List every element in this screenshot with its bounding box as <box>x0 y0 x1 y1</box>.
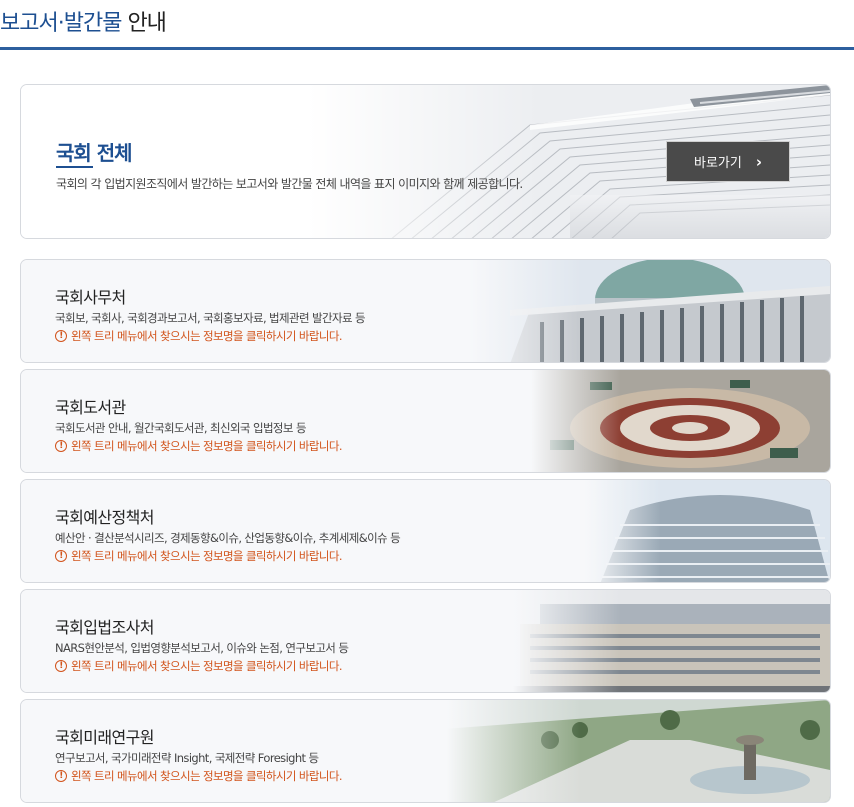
org-description: 국회도서관 안내, 월간국회도서관, 최신외국 입법정보 등 <box>55 421 307 435</box>
org-notice: ! 왼쪽 트리 메뉴에서 찾으시는 정보명을 클릭하시기 바랍니다. <box>55 328 342 344</box>
org-notice: ! 왼쪽 트리 메뉴에서 찾으시는 정보명을 클릭하시기 바랍니다. <box>55 658 342 674</box>
go-button-label: 바로가기 <box>693 156 742 171</box>
org-description: NARS현안분석, 입법영향분석보고서, 이슈와 논점, 연구보고서 등 <box>55 641 349 655</box>
org-notice-text: 왼쪽 트리 메뉴에서 찾으시는 정보명을 클릭하시기 바랍니다. <box>71 549 342 563</box>
all-assembly-card: 국회 전체 국회의 각 입법지원조직에서 발간하는 보고서와 발간물 전체 내역… <box>20 84 831 239</box>
org-notice-text: 왼쪽 트리 메뉴에서 찾으시는 정보명을 클릭하시기 바랍니다. <box>71 659 342 673</box>
exclamation-circle-icon: ! <box>55 330 67 342</box>
org-description: 예산안 · 결산분석시리즈, 경제동향&이슈, 산업동향&이슈, 추계세제&이슈… <box>55 531 401 545</box>
org-name: 국회도서관 <box>55 398 126 417</box>
org-name: 국회미래연구원 <box>55 728 154 747</box>
title-divider <box>0 47 854 50</box>
main-description: 국회의 각 입법지원조직에서 발간하는 보고서와 발간물 전체 내역을 표지 이… <box>56 177 523 191</box>
exclamation-circle-icon: ! <box>55 660 67 672</box>
org-description: 연구보고서, 국가미래전략 Insight, 국제전략 Foresight 등 <box>55 751 319 765</box>
org-notice: ! 왼쪽 트리 메뉴에서 찾으시는 정보명을 클릭하시기 바랍니다. <box>55 548 342 564</box>
org-card-library[interactable]: 국회도서관 국회도서관 안내, 월간국회도서관, 최신외국 입법정보 등 ! 왼… <box>20 369 831 473</box>
org-card-budget-office[interactable]: 국회예산정책처 예산안 · 결산분석시리즈, 경제동향&이슈, 산업동향&이슈,… <box>20 479 831 583</box>
main-title: 국회 전체 <box>56 141 133 165</box>
page-title: 보고서·발간물 안내 <box>0 8 167 40</box>
chevron-right-icon: › <box>755 152 763 171</box>
main-title-underline <box>56 166 93 168</box>
org-card-research-service[interactable]: 국회입법조사처 NARS현안분석, 입법영향분석보고서, 이슈와 논점, 연구보… <box>20 589 831 693</box>
org-notice: ! 왼쪽 트리 메뉴에서 찾으시는 정보명을 클릭하시기 바랍니다. <box>55 438 342 454</box>
page-title-rest: 안내 <box>127 11 166 36</box>
org-notice-text: 왼쪽 트리 메뉴에서 찾으시는 정보명을 클릭하시기 바랍니다. <box>71 769 342 783</box>
org-notice-text: 왼쪽 트리 메뉴에서 찾으시는 정보명을 클릭하시기 바랍니다. <box>71 329 342 343</box>
exclamation-circle-icon: ! <box>55 770 67 782</box>
exclamation-circle-icon: ! <box>55 550 67 562</box>
org-notice-text: 왼쪽 트리 메뉴에서 찾으시는 정보명을 클릭하시기 바랍니다. <box>71 439 342 453</box>
exclamation-circle-icon: ! <box>55 440 67 452</box>
org-description: 국회보, 국회사, 국회경과보고서, 국회홍보자료, 법제관련 발간자료 등 <box>55 311 366 325</box>
org-notice: ! 왼쪽 트리 메뉴에서 찾으시는 정보명을 클릭하시기 바랍니다. <box>55 768 342 784</box>
org-name: 국회예산정책처 <box>55 508 154 527</box>
org-card-futures-institute[interactable]: 국회미래연구원 연구보고서, 국가미래전략 Insight, 국제전략 Fore… <box>20 699 831 803</box>
org-name: 국회입법조사처 <box>55 618 154 637</box>
org-name: 국회사무처 <box>55 288 126 307</box>
org-card-secretariat[interactable]: 국회사무처 국회보, 국회사, 국회경과보고서, 국회홍보자료, 법제관련 발간… <box>20 259 831 363</box>
go-button[interactable]: 바로가기 › <box>666 141 790 182</box>
page-title-highlight: 보고서·발간물 <box>0 11 122 36</box>
